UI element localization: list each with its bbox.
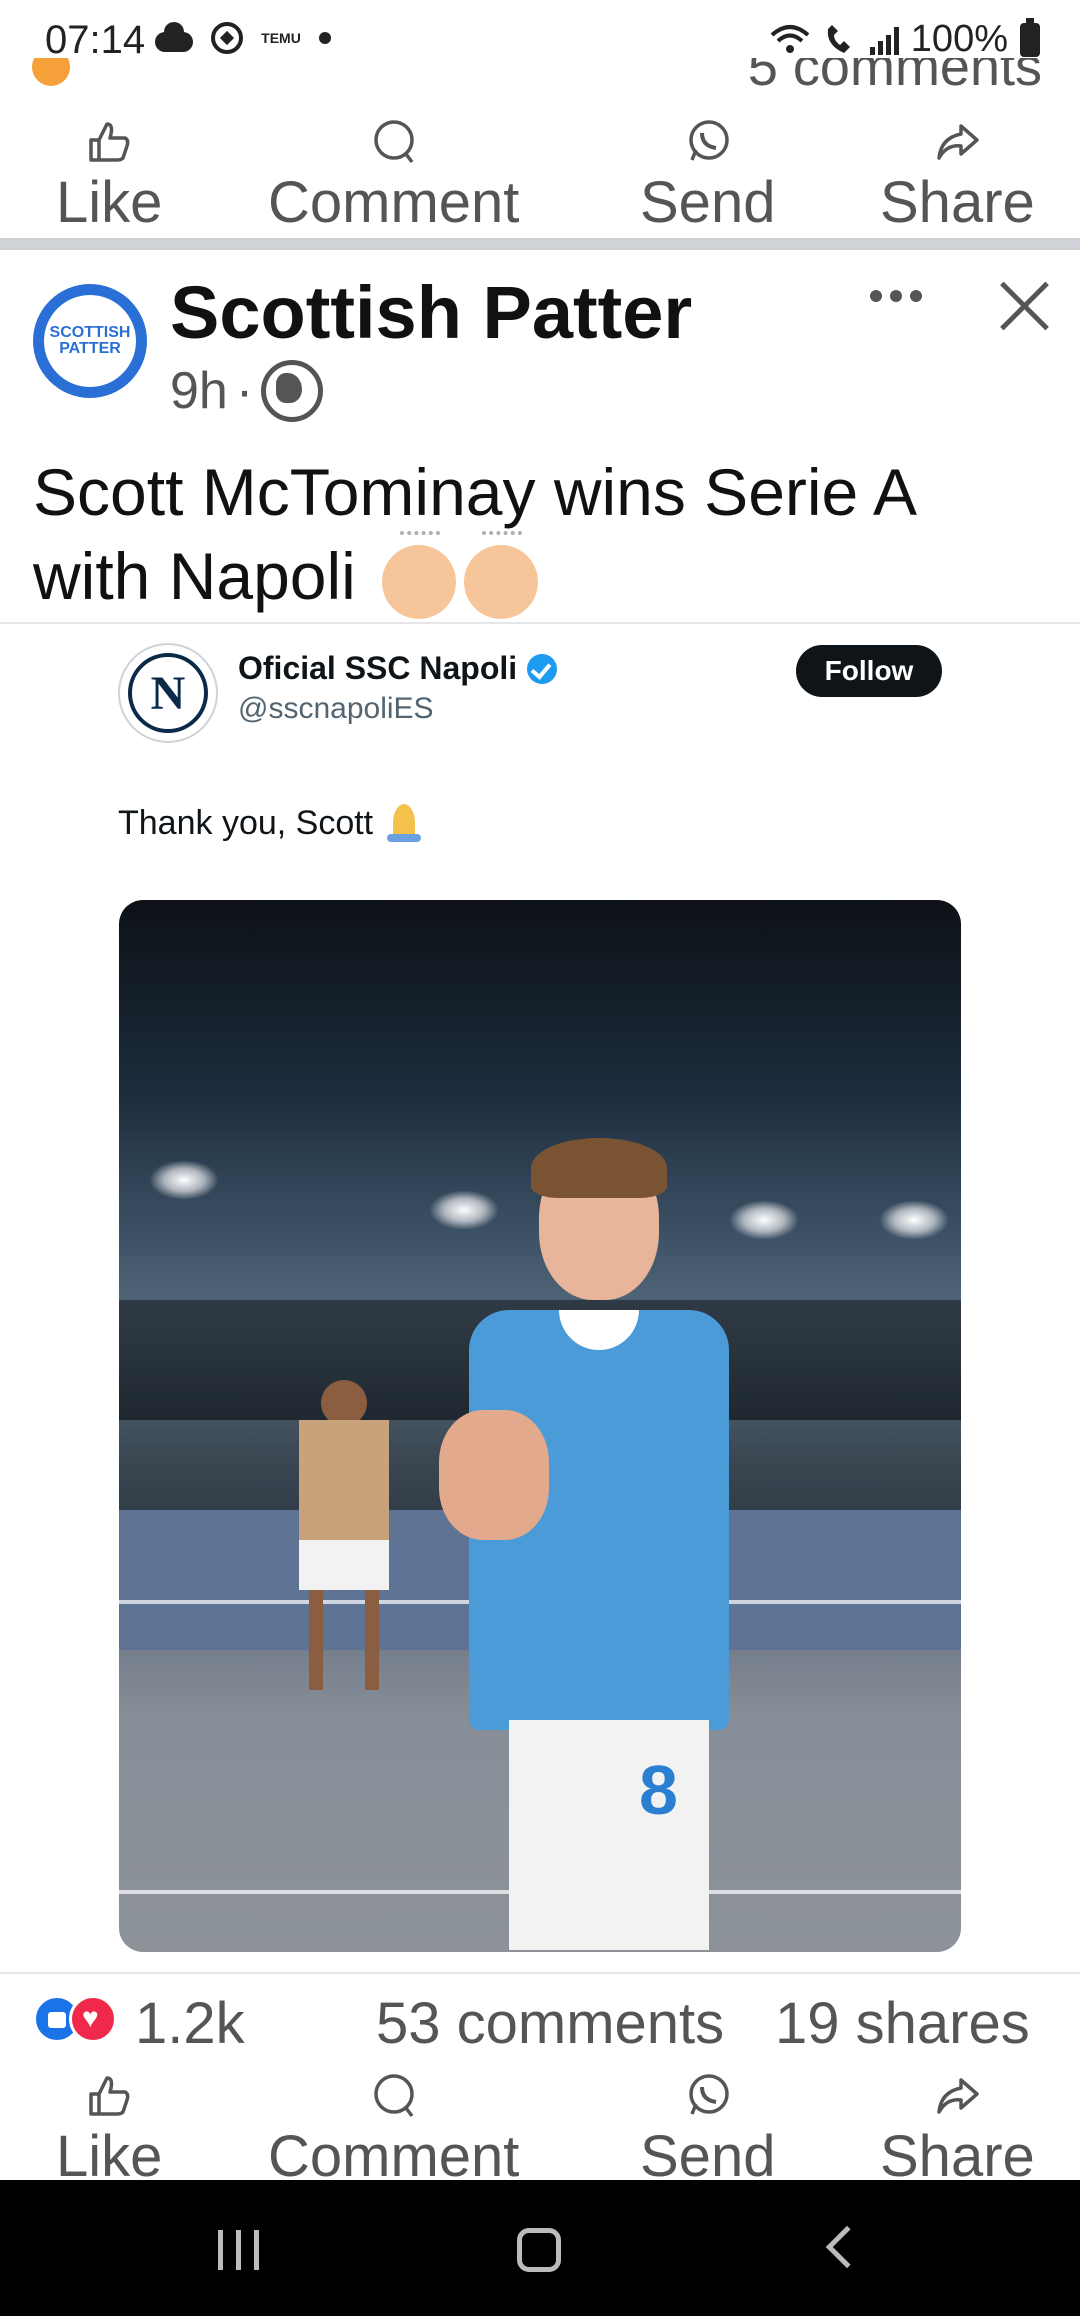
love-reaction-icon	[69, 1995, 117, 2043]
prev-post-comments-count: 5 comments	[747, 58, 1042, 94]
post-meta: 9h ·	[170, 360, 324, 422]
reaction-icons[interactable]	[33, 1995, 128, 2045]
comments-count[interactable]: 53 comments	[376, 1990, 724, 2057]
prev-post-comments-link[interactable]: 5 comments	[682, 58, 1042, 94]
thumbs-up-icon	[89, 122, 130, 162]
stadium-light	[879, 1200, 949, 1240]
like-button[interactable]: Like	[56, 118, 162, 234]
follow-button[interactable]: Follow	[796, 645, 942, 697]
folded-hands-icon	[381, 800, 427, 846]
shares-count[interactable]: 19 shares	[775, 1990, 1030, 2057]
player-figure: 8	[439, 1138, 729, 1950]
cloud-icon	[155, 22, 193, 52]
engagement-divider	[0, 1972, 1080, 1974]
send-button[interactable]: Send	[640, 118, 775, 234]
recent-apps-button[interactable]	[218, 2230, 259, 2270]
signal-strength-icon	[869, 25, 899, 55]
page-logo: SCOTTISH PATTER	[44, 295, 136, 387]
temu-icon: TEMU	[261, 30, 301, 46]
more-dot-icon	[870, 290, 882, 302]
home-button[interactable]	[517, 2228, 561, 2272]
like-button[interactable]: Like	[56, 2072, 162, 2188]
napoli-logo: N	[128, 653, 208, 733]
wifi-icon	[770, 24, 810, 53]
prev-post-action-bar: Like Comment Send Share	[0, 118, 1080, 238]
battery-percent: 100%	[910, 18, 1008, 60]
post-action-bar: Like Comment Send Share	[0, 2072, 1080, 2192]
tweet-author[interactable]: Oficial SSC Napoli	[238, 650, 558, 687]
send-button[interactable]: Send	[640, 2072, 775, 2188]
wifi-calling-icon	[827, 24, 850, 53]
tweet-text-body: Thank you, Scott	[118, 803, 374, 842]
status-notification-icons: TEMU	[155, 22, 331, 54]
status-time: 07:14	[45, 18, 146, 62]
share-arrow-icon	[937, 124, 980, 160]
tweet-avatar[interactable]: N	[118, 643, 218, 743]
send-label: Send	[640, 170, 776, 235]
teammate-figure	[299, 1380, 389, 1700]
share-arrow-icon	[937, 2078, 980, 2114]
send-label: Send	[640, 2124, 776, 2189]
thumbs-up-icon	[89, 2076, 130, 2116]
like-label: Like	[56, 170, 163, 235]
like-label: Like	[56, 2124, 163, 2189]
clapping-hands-icon	[464, 530, 539, 619]
comment-label: Comment	[268, 170, 520, 235]
comment-button[interactable]: Comment	[268, 118, 519, 234]
post-separator	[0, 238, 1080, 250]
share-label: Share	[880, 170, 1035, 235]
tweet-author-name: Oficial SSC Napoli	[238, 650, 518, 686]
share-button[interactable]: Share	[880, 118, 1035, 234]
tweet-photo[interactable]: 8	[119, 900, 961, 1952]
reaction-count[interactable]: 1.2k	[135, 1990, 245, 2057]
globe-icon	[261, 360, 324, 422]
share-button[interactable]: Share	[880, 2072, 1035, 2188]
hide-post-button[interactable]	[994, 276, 1054, 336]
back-button[interactable]	[825, 2225, 869, 2269]
comment-bubble-icon	[373, 2074, 414, 2118]
comment-label: Comment	[268, 2124, 520, 2189]
meta-separator: ·	[235, 362, 254, 420]
page-avatar[interactable]: SCOTTISH PATTER	[33, 284, 147, 398]
post-text: Scott McTominay wins Serie A with Napoli	[33, 450, 1043, 619]
stadium-light	[729, 1200, 799, 1240]
comment-bubble-icon	[373, 120, 414, 164]
recents-icon	[218, 2230, 223, 2270]
stadium-light	[149, 1160, 219, 1200]
whatsapp-icon	[688, 120, 729, 161]
logo-text-line1: SCOTTISH	[49, 324, 131, 341]
tweet-text: Thank you, Scott	[118, 800, 427, 846]
more-options-button[interactable]	[870, 290, 922, 302]
status-system-icons: 100%	[770, 17, 1040, 61]
comment-button[interactable]: Comment	[268, 2072, 519, 2188]
prev-post-reactions[interactable]: 1	[32, 58, 92, 88]
battery-icon	[1020, 17, 1040, 57]
page-name[interactable]: Scottish Patter	[170, 270, 692, 355]
verified-badge-icon	[527, 653, 558, 684]
football-icon	[211, 22, 243, 54]
share-label: Share	[880, 2124, 1035, 2189]
system-nav-bar	[0, 2180, 1080, 2316]
whatsapp-icon	[688, 2074, 729, 2115]
logo-text-line2: PATTER	[59, 340, 121, 357]
tweet-handle[interactable]: @sscnapoliES	[238, 692, 434, 726]
more-notifications-dot-icon	[319, 32, 331, 44]
clapping-hands-icon	[382, 530, 457, 619]
post-time[interactable]: 9h	[170, 361, 228, 421]
reaction-emoji-icon	[32, 58, 70, 86]
post-text-divider	[0, 622, 1080, 624]
shirt-number: 8	[639, 1751, 678, 1829]
